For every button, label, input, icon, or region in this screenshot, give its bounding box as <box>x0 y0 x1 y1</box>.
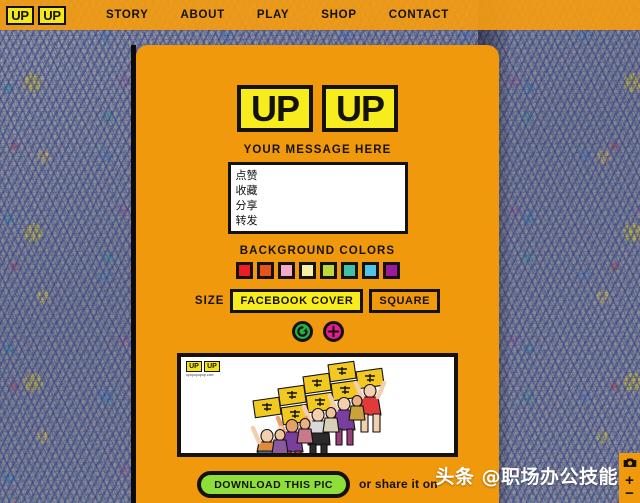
app-screen: UP UP STORY ABOUT PLAY SHOP CONTACT UP U… <box>0 0 640 503</box>
brand-box-left: UP <box>237 85 313 132</box>
brand-box-right: UP <box>322 85 398 132</box>
background-color-swatches <box>136 262 499 279</box>
swatch-purple[interactable] <box>382 262 400 279</box>
nav-link-contact[interactable]: CONTACT <box>373 9 465 21</box>
background-colors-label: BACKGROUND COLORS <box>239 245 396 257</box>
logo-box-left: UP <box>6 5 34 25</box>
main-panel: UP UP YOUR MESSAGE HERE BACKGROUND COLOR… <box>136 45 499 503</box>
swatch-orange[interactable] <box>256 262 274 279</box>
nav-link-about[interactable]: ABOUT <box>164 9 240 21</box>
size-option-facebook-cover[interactable]: FACEBOOK COVER <box>230 289 364 313</box>
camera-icon[interactable] <box>623 455 637 473</box>
zoom-widget: + − <box>619 453 640 503</box>
swatch-teal[interactable] <box>340 262 358 279</box>
preview-logo-box-right: UP <box>204 360 220 372</box>
action-buttons <box>136 320 499 342</box>
swatch-pink[interactable] <box>277 262 295 279</box>
watermark: 头条 @职场办公技能 <box>435 466 618 488</box>
preview-artwork <box>250 360 387 453</box>
preview-logo: UP UP upupupupup.com <box>186 360 220 377</box>
swatch-lime[interactable] <box>319 262 337 279</box>
panel-brand: UP UP <box>136 85 499 132</box>
preview-url: upupupupup.com <box>186 372 214 377</box>
logo-box-right: UP <box>38 5 66 25</box>
size-option-square[interactable]: SQUARE <box>369 289 441 313</box>
message-input[interactable] <box>227 162 408 234</box>
nav-links: STORY ABOUT PLAY SHOP CONTACT <box>90 9 465 21</box>
zoom-out-button[interactable]: − <box>625 486 634 501</box>
reload-icon <box>296 325 309 338</box>
reload-button[interactable] <box>291 320 313 342</box>
swatch-sky[interactable] <box>361 262 379 279</box>
swatch-cream[interactable] <box>298 262 316 279</box>
preview-image[interactable]: UP UP upupupupup.com <box>177 352 458 457</box>
message-input-wrapper <box>136 162 499 234</box>
download-button[interactable]: DOWNLOAD THIS PIC <box>197 470 350 499</box>
top-navbar: UP UP STORY ABOUT PLAY SHOP CONTACT <box>0 0 640 30</box>
size-row: SIZE FACEBOOK COVER SQUARE <box>136 289 499 313</box>
nav-link-shop[interactable]: SHOP <box>305 9 372 21</box>
message-label: YOUR MESSAGE HERE <box>243 144 392 156</box>
nav-link-story[interactable]: STORY <box>90 9 164 21</box>
site-logo[interactable]: UP UP <box>6 5 66 25</box>
plus-circle-icon <box>327 325 340 338</box>
preview-logo-box-left: UP <box>186 360 202 372</box>
add-button[interactable] <box>322 320 344 342</box>
nav-link-play[interactable]: PLAY <box>241 9 305 21</box>
swatch-red[interactable] <box>235 262 253 279</box>
size-label: SIZE <box>194 294 225 307</box>
share-text: or share it on <box>358 477 438 492</box>
